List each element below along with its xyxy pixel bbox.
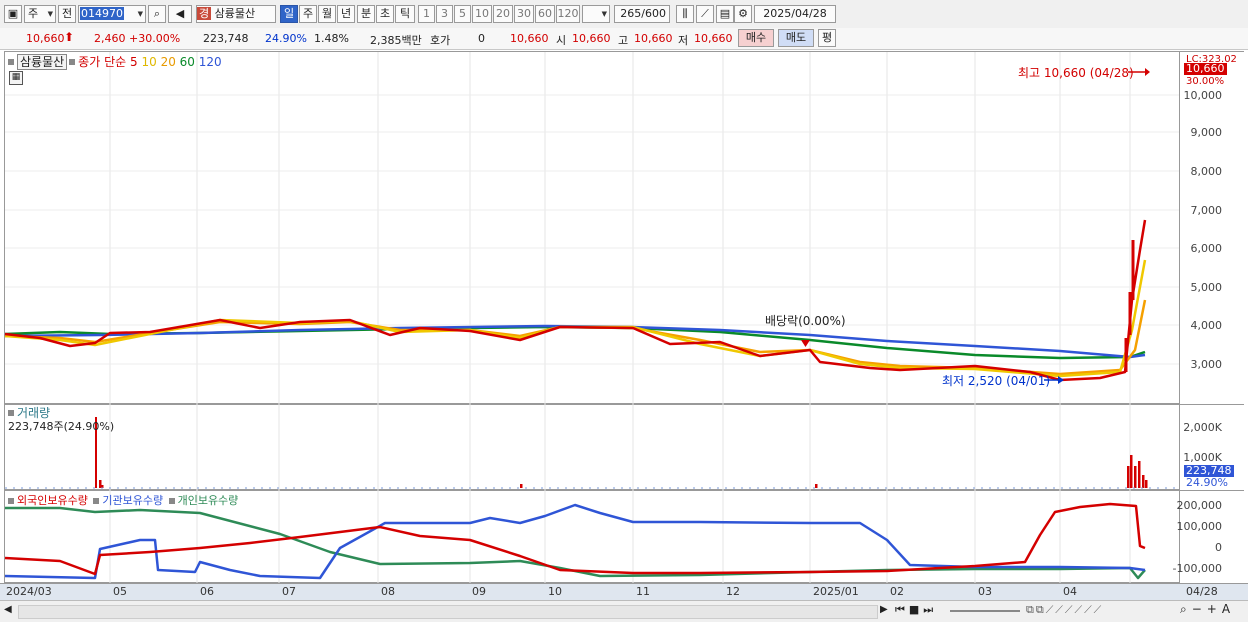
x-label: 05 [113, 585, 127, 598]
low-annotation: 최저 2,520 (04/01) [942, 374, 1051, 388]
x-label: 10 [548, 585, 562, 598]
ma-60-line [4, 325, 1146, 360]
x-label: 02 [890, 585, 904, 598]
x-label: 09 [472, 585, 486, 598]
dividend-annotation: 배당락(0.00%) [765, 314, 846, 328]
volume-bar [1138, 461, 1141, 488]
legend-marker [8, 497, 14, 504]
x-label: 08 [381, 585, 395, 598]
x-label: 2025/01 [813, 585, 859, 598]
volume-bar [520, 484, 523, 488]
volume-bar [1130, 455, 1133, 488]
ma-60[interactable]: 60 [180, 55, 195, 69]
low-arrow-head [1058, 376, 1064, 384]
holding-legend: 외국인보유수량 기관보유수량 개인보유수량 [6, 492, 238, 508]
volume-bar [1127, 466, 1130, 488]
volume-value-text: 223,748주(24.90%) [8, 420, 115, 433]
drawing-tools[interactable]: ⧉⧉⟋⟋⟋⟋⟋⟋ [1026, 603, 1103, 617]
x-label: 07 [282, 585, 296, 598]
volume-bar [1134, 466, 1137, 488]
dividend-marker [801, 340, 810, 347]
legend-marker [69, 59, 76, 65]
x-right-label: 04/28 [1186, 585, 1218, 598]
individual-legend[interactable]: 개인보유수량 [178, 494, 239, 507]
stock-legend-label[interactable]: 삼륭물산 [17, 54, 68, 70]
ma-10[interactable]: 10 [141, 55, 156, 69]
chart-canvas [4, 52, 1179, 583]
candle-bar [1128, 292, 1132, 335]
calculator-icon[interactable]: ▦ [9, 71, 23, 85]
ma-20-line [4, 299, 1147, 376]
x-label: 11 [636, 585, 650, 598]
ma-5[interactable]: 5 [130, 55, 138, 69]
high-arrow-head [1145, 68, 1150, 76]
candle-bar [1131, 240, 1135, 300]
ma-20[interactable]: 20 [161, 55, 176, 69]
x-label: 2024/03 [6, 585, 52, 598]
x-label: 12 [726, 585, 740, 598]
legend-marker [93, 497, 100, 504]
price-legend: 삼륭물산 종가 단순 5 10 20 60 120 [6, 53, 222, 70]
scroll-left-icon[interactable]: ◀ [4, 604, 12, 615]
x-axis [0, 583, 1248, 601]
foreign-line [4, 502, 1146, 576]
candle-bar [1124, 338, 1128, 372]
volume-bar [815, 484, 818, 488]
zoom-controls[interactable]: ⌕−+A [1180, 602, 1235, 617]
volume-bar [1142, 475, 1145, 488]
zoom-slider[interactable] [950, 610, 1020, 612]
institution-legend[interactable]: 기관보유수량 [102, 494, 163, 507]
foreign-legend[interactable]: 외국인보유수량 [17, 494, 88, 507]
ma-title[interactable]: 종가 단순 [78, 55, 126, 69]
ma-120-line [4, 324, 1146, 359]
ma-120[interactable]: 120 [199, 55, 222, 69]
x-label: 03 [978, 585, 992, 598]
playback-controls[interactable]: ⏮■⏭ [895, 603, 937, 617]
bottom-toolbar: ◀ ▶ ⏮■⏭ ⧉⧉⟋⟋⟋⟋⟋⟋ ⌕−+A [0, 600, 1248, 622]
volume-bar [1145, 480, 1148, 488]
scroll-right-icon[interactable]: ▶ [880, 604, 888, 615]
horizontal-scrollbar[interactable] [18, 605, 878, 619]
x-label: 04 [1063, 585, 1077, 598]
legend-marker [168, 497, 175, 504]
high-annotation: 최고 10,660 (04/28) [1018, 66, 1134, 80]
legend-marker [8, 59, 14, 65]
legend-marker [8, 410, 14, 416]
x-label: 06 [200, 585, 214, 598]
ma-10-line [4, 259, 1147, 378]
